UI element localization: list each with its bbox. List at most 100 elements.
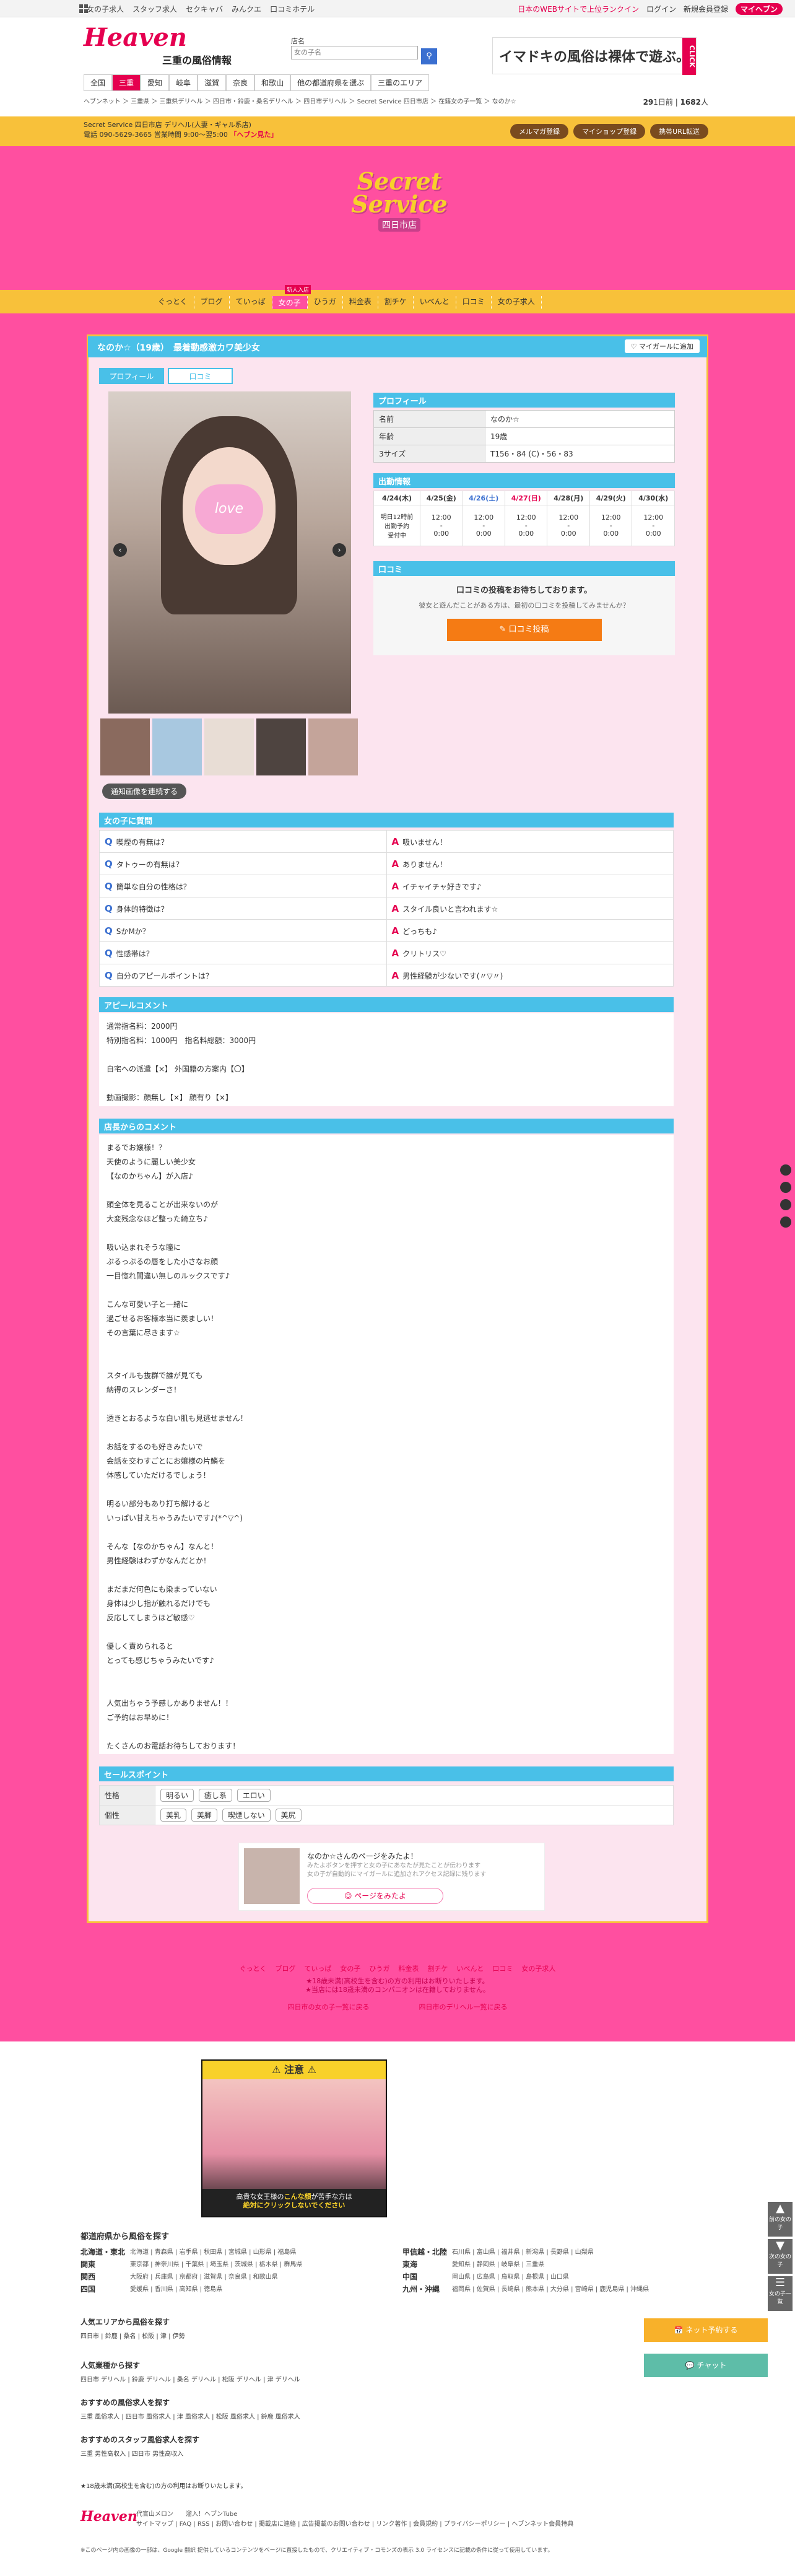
foot-nav-link[interactable]: 女の子 [340, 1963, 360, 1973]
tab-profile[interactable]: プロフィール [99, 368, 164, 384]
breadcrumb[interactable]: ヘブンネット ＞ 三重県 ＞ 三重県デリヘル ＞ 四日市・鈴鹿・桑名デリヘル ＞… [84, 96, 516, 105]
shop-nav-blog[interactable]: ブログ [194, 296, 230, 309]
area-prefs[interactable]: 大阪府 | 兵庫県 | 京都府 | 滋賀県 | 奈良県 | 和歌山県 [130, 2271, 278, 2282]
sales-chip[interactable]: 明るい [160, 1789, 194, 1802]
foot-nav-link[interactable]: 口コミ [492, 1963, 513, 1973]
post-review-button[interactable]: ✎ 口コミ投稿 [446, 619, 602, 641]
heaven-logo[interactable]: Heaven [84, 23, 187, 52]
next-photo-icon[interactable]: › [332, 543, 346, 557]
foot-nav-link[interactable]: 料金表 [398, 1963, 419, 1973]
mailmag-button[interactable]: メルマガ登録 [510, 124, 569, 139]
sales-chip[interactable]: 癒し系 [198, 1789, 232, 1802]
shop-nav-girls[interactable]: 女の子 [272, 296, 308, 309]
myheaven-button[interactable]: マイヘブン [735, 3, 783, 15]
foot-nav-link[interactable]: ていっぱ [304, 1963, 331, 1973]
next-girl-button[interactable]: ▼ 次の女の子 [768, 2239, 793, 2274]
schedule-day: 4/24(木) [373, 491, 421, 505]
area-prefs[interactable]: 東京都 | 神奈川県 | 千葉県 | 埼玉県 | 茨城県 | 栃木県 | 群馬県 [130, 2259, 302, 2269]
share-icon[interactable] [780, 1199, 791, 1210]
footlist-links[interactable]: 三重 男性高収入 | 四日市 男性高収入 [80, 2448, 199, 2458]
region-tab-shiga[interactable]: 滋賀 [198, 74, 227, 91]
shop-nav-price[interactable]: 料金表 [343, 296, 378, 309]
sales-chip[interactable]: 美乳 [160, 1809, 187, 1822]
area-prefs[interactable]: 北海道 | 青森県 | 岩手県 | 秋田県 | 宮城県 | 山形県 | 福島県 [130, 2246, 296, 2257]
diary-button[interactable]: 通知画像を連続する [102, 784, 187, 799]
region-tab-mie[interactable]: 三重 [112, 74, 141, 91]
area-prefs[interactable]: 石川県 | 富山県 | 福井県 | 新潟県 | 長野県 | 山梨県 [452, 2246, 594, 2257]
shop-nav-ticket[interactable]: 割チケ [378, 296, 414, 309]
shop-nav-gutoku[interactable]: ぐっとく [152, 296, 194, 309]
ranking-text: 日本のWEBサイトで上位ランクイン [518, 5, 639, 14]
foot-notes: ★18歳未満(高校生を含む)の方の利用はお断りいたします。 ★当店には18歳未満… [0, 1977, 795, 1994]
footer-links[interactable]: サイトマップ | FAQ | RSS | お問い合わせ | 掲載店に連絡 | 広… [136, 2518, 573, 2528]
sales-chip[interactable]: エロい [237, 1789, 271, 1802]
mita-button[interactable]: ☺ ページをみたよ [307, 1888, 443, 1904]
search-input[interactable] [291, 46, 418, 59]
area-prefs[interactable]: 福岡県 | 佐賀県 | 長崎県 | 熊本県 | 大分県 | 宮崎県 | 鹿児島県… [452, 2284, 649, 2294]
search-button[interactable]: ⚲ [421, 48, 437, 64]
region-tab-mie-area[interactable]: 三重のエリア [371, 74, 430, 91]
foot-nav-link[interactable]: ブログ [275, 1963, 295, 1973]
net-reserve-button[interactable]: 📅 ネット予約する [644, 2318, 768, 2342]
area-prefs[interactable]: 愛知県 | 静岡県 | 岐阜県 | 三重県 [452, 2259, 544, 2269]
util-link-staff-jobs[interactable]: スタッフ求人 [132, 4, 177, 14]
girl-list-button[interactable]: ☰ 女の子一覧 [768, 2276, 793, 2311]
footlist-links[interactable]: 三重 風俗求人 | 四日市 風俗求人 | 津 風俗求人 | 松阪 風俗求人 | … [80, 2411, 300, 2421]
back-girls-link[interactable]: 四日市の女の子一覧に戻る [288, 2002, 370, 2012]
footlist-links[interactable]: 四日市 | 鈴鹿 | 桑名 | 松阪 | 津 | 伊勢 [80, 2331, 185, 2340]
region-tab-aichi[interactable]: 愛知 [141, 74, 170, 91]
schedule-reserve-label[interactable]: 明日12時前 出勤予約 受付中 [373, 505, 421, 546]
sales-chip[interactable]: 美尻 [275, 1809, 302, 1822]
footer-logo[interactable]: Heaven [80, 2508, 137, 2525]
util-link-hotel-reviews[interactable]: 口コミホテル [270, 4, 315, 14]
area-row: 東海 愛知県 | 静岡県 | 岐阜県 | 三重県 [402, 2259, 712, 2269]
footlist-links[interactable]: 四日市 デリヘル | 鈴鹿 デリヘル | 桑名 デリヘル | 松阪 デリヘル |… [80, 2374, 300, 2383]
sales-chip[interactable]: 美脚 [191, 1809, 217, 1822]
warning-ad[interactable]: ⚠ 注意 ⚠ 高貴な女王様のこんな顔が苦手な方は 絶対にクリックしないでください [201, 2059, 387, 2217]
util-link-sekukyaba[interactable]: セクキャバ [186, 4, 223, 14]
footer-partners[interactable]: 代官山メロン 溜入！ヘブンTube [136, 2508, 237, 2518]
thumbnail[interactable] [152, 718, 202, 775]
shop-nav-teippa[interactable]: ていっぱ [230, 296, 272, 309]
shop-logo[interactable]: Secret Service 四日市店 [328, 167, 471, 260]
util-link-minkue[interactable]: みんクエ [232, 4, 261, 14]
girl-photo[interactable]: love ‹ › [108, 391, 351, 714]
region-tab-gifu[interactable]: 岐阜 [169, 74, 198, 91]
sales-chip[interactable]: 喫煙しない [222, 1809, 271, 1822]
shop-nav-review[interactable]: 口コミ [456, 296, 492, 309]
tab-review[interactable]: 口コミ [168, 368, 233, 384]
shop-nav-hiuga[interactable]: ひうガ [308, 296, 343, 309]
thumbnail[interactable] [256, 718, 306, 775]
thumbnail[interactable] [204, 718, 254, 775]
prev-photo-icon[interactable]: ‹ [113, 543, 127, 557]
share-icon[interactable] [780, 1164, 791, 1176]
register-link[interactable]: 新規会員登録 [684, 4, 728, 14]
chat-button[interactable]: 💬 チャット [644, 2354, 768, 2377]
login-link[interactable]: ログイン [646, 4, 676, 14]
area-prefs[interactable]: 愛媛県 | 香川県 | 高知県 | 徳島県 [130, 2284, 222, 2294]
myshop-button[interactable]: マイショップ登録 [573, 124, 646, 139]
thumbnail[interactable] [308, 718, 358, 775]
shop-nav-event[interactable]: いべんと [414, 296, 456, 309]
foot-nav-link[interactable]: ひうガ [369, 1963, 389, 1973]
shop-nav-recruit[interactable]: 女の子求人 [492, 296, 542, 309]
add-mygirl-button[interactable]: ♡ マイガールに追加 [624, 339, 700, 353]
header-ad-banner[interactable]: イマドキの風俗は裸体で遊ぶ。 CLICK [492, 37, 697, 75]
utility-right: 日本のWEBサイトで上位ランクイン ログイン 新規会員登録 マイヘブン [518, 3, 783, 15]
region-tab-other[interactable]: 他の都道府県を選ぶ [290, 74, 371, 91]
foot-nav-link[interactable]: ぐっとく [240, 1963, 267, 1973]
foot-nav-link[interactable]: 女の子求人 [521, 1963, 555, 1973]
mobile-url-button[interactable]: 携帯URL転送 [650, 124, 708, 139]
area-prefs[interactable]: 岡山県 | 広島県 | 鳥取県 | 島根県 | 山口県 [452, 2271, 569, 2282]
foot-nav-link[interactable]: いべんと [456, 1963, 484, 1973]
share-icon[interactable] [780, 1182, 791, 1193]
share-icon[interactable] [780, 1216, 791, 1228]
prev-girl-button[interactable]: ▲ 前の女の子 [768, 2202, 793, 2237]
region-tab-nara[interactable]: 奈良 [226, 74, 255, 91]
thumbnail[interactable] [100, 718, 150, 775]
region-tab-wakayama[interactable]: 和歌山 [254, 74, 291, 91]
region-tab-all[interactable]: 全国 [84, 74, 113, 91]
back-shops-link[interactable]: 四日市のデリヘル一覧に戻る [419, 2002, 508, 2012]
foot-nav-link[interactable]: 割チケ [427, 1963, 448, 1973]
util-link-girl-jobs[interactable]: 女の子求人 [87, 4, 124, 14]
